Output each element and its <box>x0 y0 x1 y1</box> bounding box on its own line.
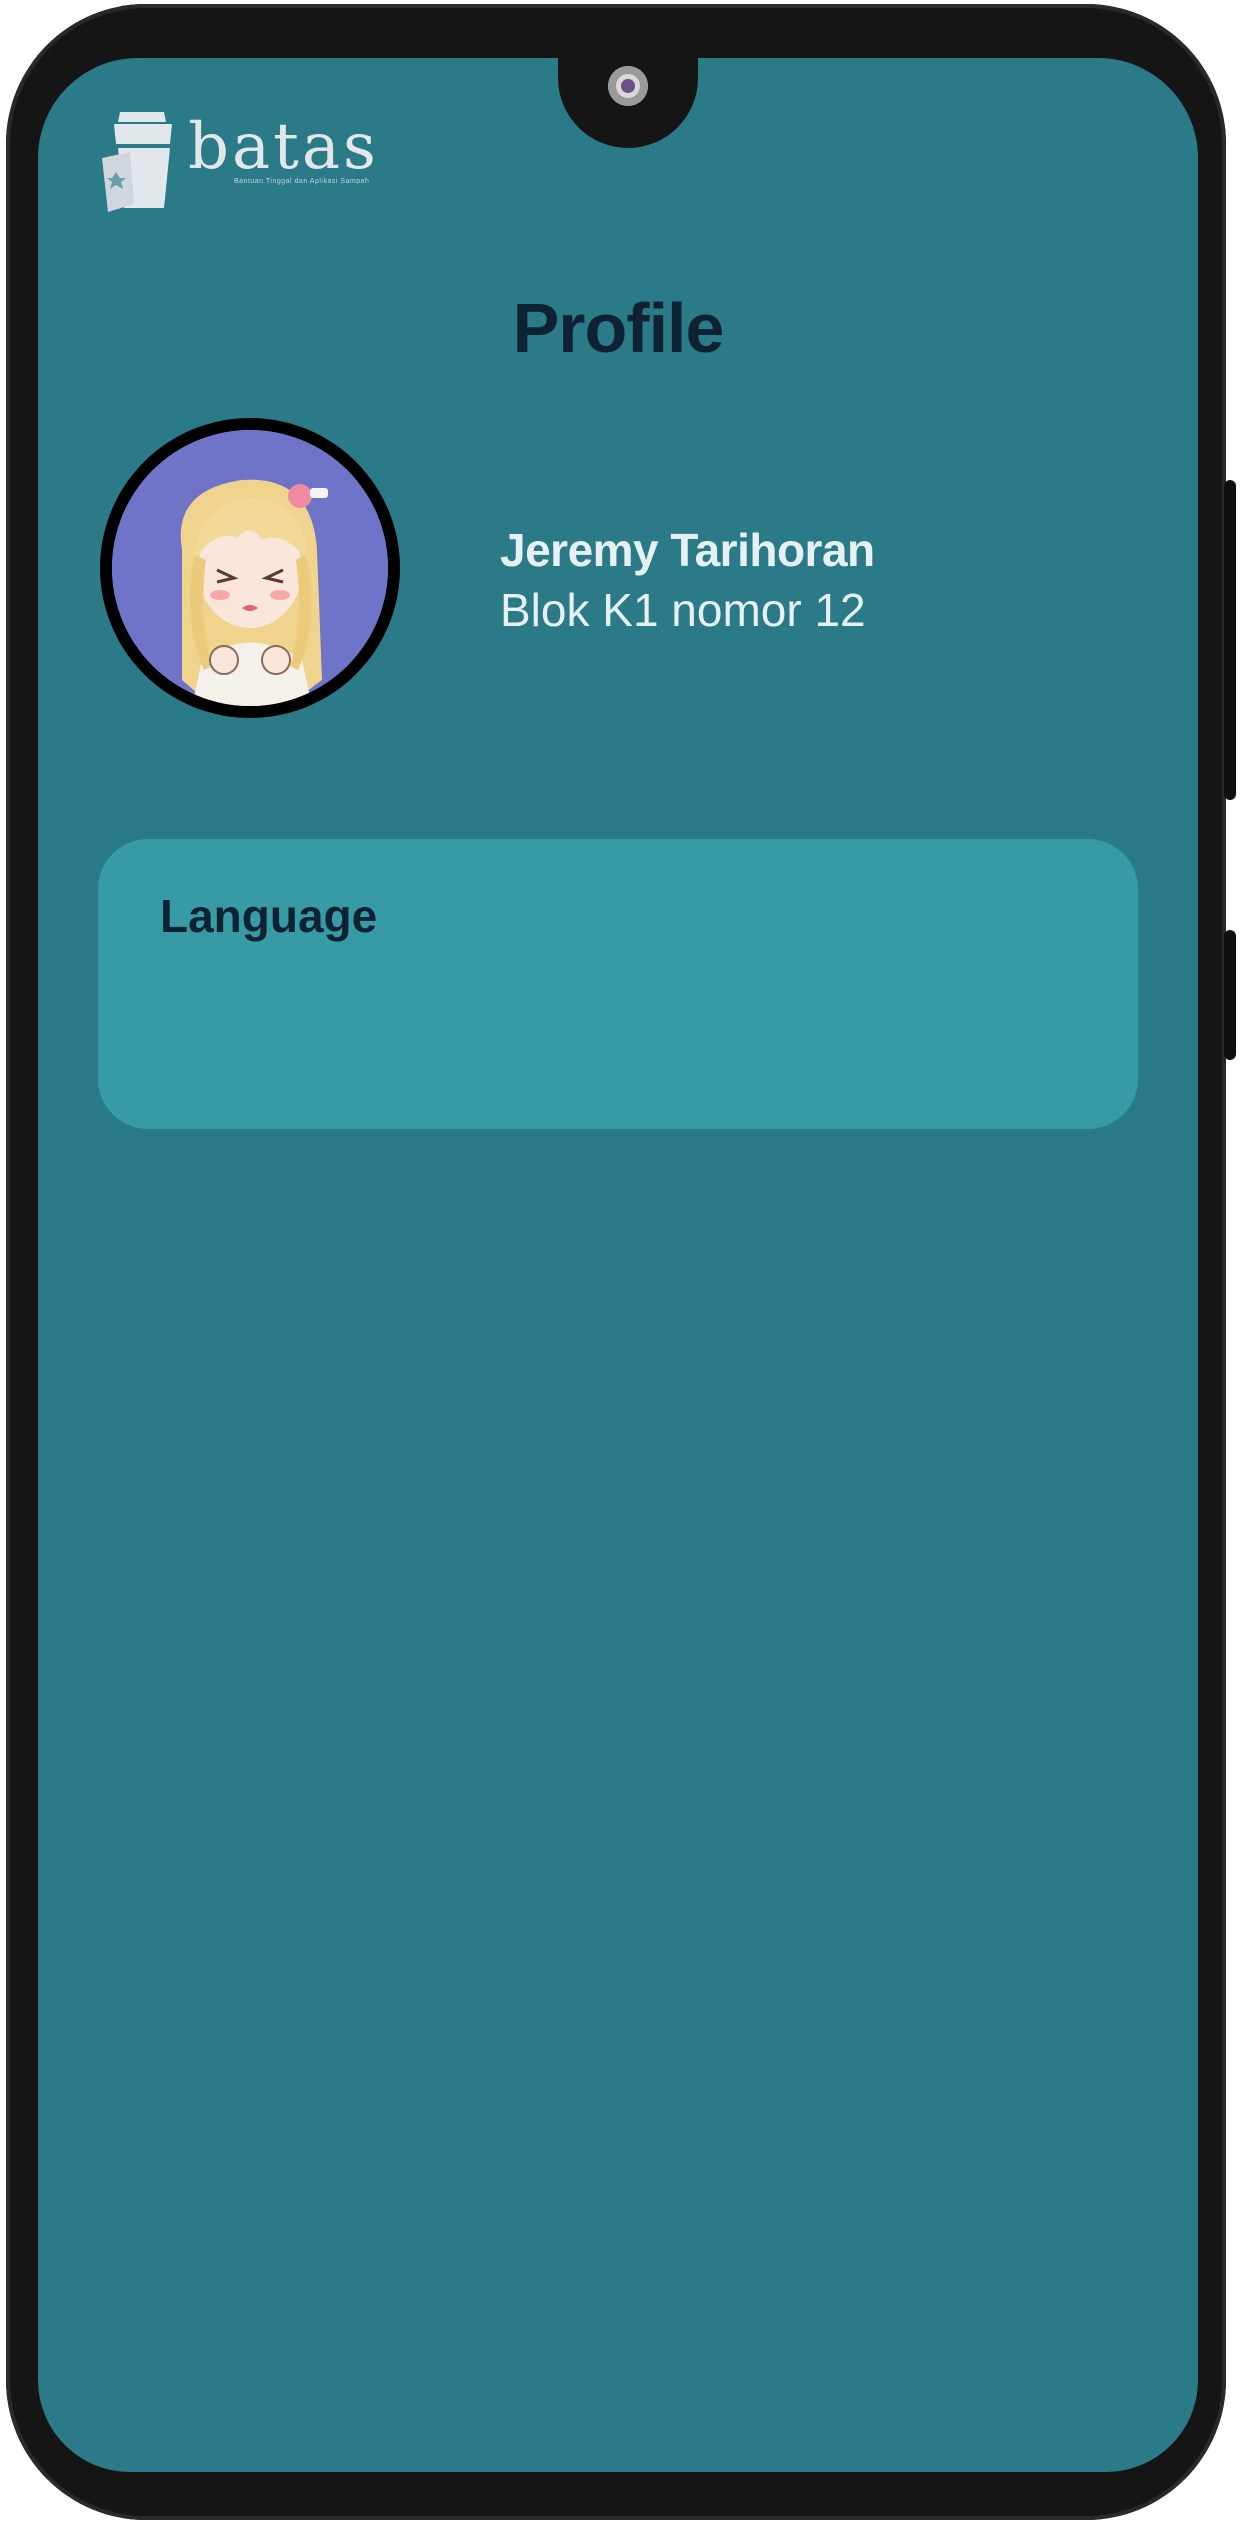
profile-name: Jeremy Tarihoran <box>500 524 875 576</box>
volume-button <box>1224 930 1236 1060</box>
trash-bin-logo-icon <box>102 112 172 212</box>
logo-tagline: Bantuan Tinggal dan Aplikasi Sampah <box>234 178 370 185</box>
language-settings-card[interactable]: Language <box>98 839 1138 1129</box>
app-logo: batas Bantuan Tinggal dan Aplikasi Sampa… <box>100 108 379 214</box>
app-screen: batas Bantuan Tinggal dan Aplikasi Sampa… <box>38 58 1198 2472</box>
profile-info: Jeremy Tarihoran Blok K1 nomor 12 <box>500 520 875 640</box>
camera-notch <box>558 58 698 148</box>
profile-address: Blok K1 nomor 12 <box>500 584 866 636</box>
language-label: Language <box>160 890 378 942</box>
logo-wordmark: batas <box>188 110 379 184</box>
avatar-image <box>112 430 388 706</box>
avatar[interactable] <box>100 418 400 718</box>
anime-girl-avatar-icon <box>112 430 388 706</box>
page-title: Profile <box>512 289 725 367</box>
power-button <box>1224 480 1236 800</box>
front-camera-icon <box>608 66 648 106</box>
